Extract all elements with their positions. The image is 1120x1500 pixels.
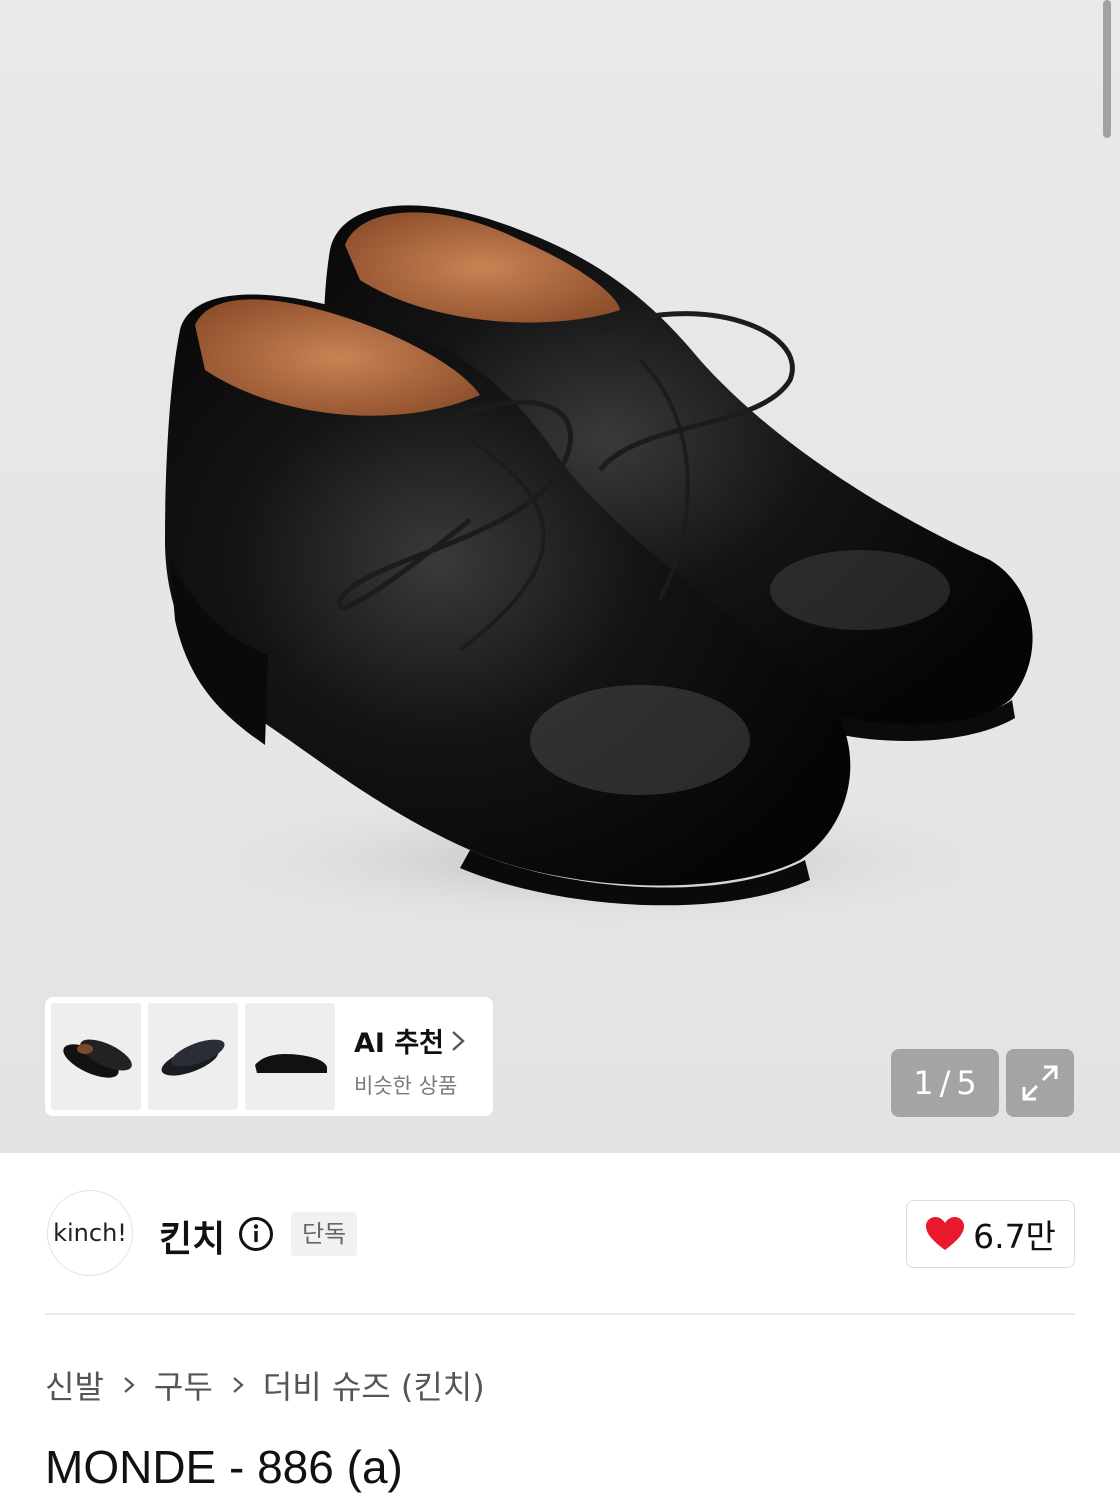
product-photo-black-derby-shoes[interactable] (0, 0, 1120, 1153)
thumbnail-3[interactable] (245, 1003, 335, 1110)
counter-current: 1 (913, 1064, 934, 1102)
thumbnail-2[interactable] (148, 1003, 238, 1110)
breadcrumb-item-shoes[interactable]: 신발 (45, 1362, 104, 1408)
product-image-gallery[interactable]: AI 추천 비슷한 상품 1 / 5 (0, 0, 1120, 1153)
brand-row: kinch! 킨치 단독 6.7만 (45, 1188, 1075, 1280)
brand-logo[interactable]: kinch! (47, 1190, 133, 1276)
ai-title-row: AI 추천 (354, 1021, 466, 1060)
like-button[interactable]: 6.7만 (906, 1200, 1075, 1268)
ai-recommend-subtitle: 비슷한 상품 (354, 1074, 458, 1098)
ai-recommendation-link[interactable]: AI 추천 비슷한 상품 (354, 1021, 466, 1100)
expand-button[interactable] (1006, 1049, 1074, 1117)
breadcrumb-item-dress-shoes[interactable]: 구두 (154, 1362, 213, 1408)
chevron-right-icon (124, 1377, 135, 1393)
brand-name[interactable]: 킨치 (159, 1210, 225, 1262)
page-scrollbar[interactable] (1103, 0, 1111, 138)
chevron-right-icon (233, 1377, 244, 1393)
brand-logo-text: kinch! (53, 1219, 127, 1247)
product-title: MONDE - 886 (a) (45, 1441, 403, 1493)
info-circle-icon[interactable] (238, 1216, 274, 1252)
shoe-thumbnail-icon (255, 1054, 327, 1073)
heart-icon (926, 1217, 965, 1250)
exclusive-badge: 단독 (291, 1212, 358, 1256)
similar-products-panel[interactable]: AI 추천 비슷한 상품 (45, 997, 493, 1116)
section-divider (45, 1313, 1075, 1315)
expand-arrows-icon (1022, 1065, 1058, 1101)
image-counter: 1 / 5 (891, 1049, 999, 1117)
like-count: 6.7만 (973, 1217, 1056, 1256)
breadcrumb: 신발 구두 더비 슈즈 (킨치) (45, 1362, 485, 1408)
breadcrumb-item-derby-shoes[interactable]: 더비 슈즈 (킨치) (263, 1362, 485, 1408)
counter-total: 5 (956, 1064, 977, 1102)
chevron-right-icon (452, 1030, 465, 1051)
ai-recommend-title: AI 추천 (354, 1028, 445, 1059)
counter-separator: / (939, 1064, 951, 1102)
shoe-thumbnail-icon (161, 1039, 225, 1076)
thumbnail-1[interactable] (51, 1003, 141, 1110)
shoe-thumbnail-icon (63, 1039, 132, 1078)
